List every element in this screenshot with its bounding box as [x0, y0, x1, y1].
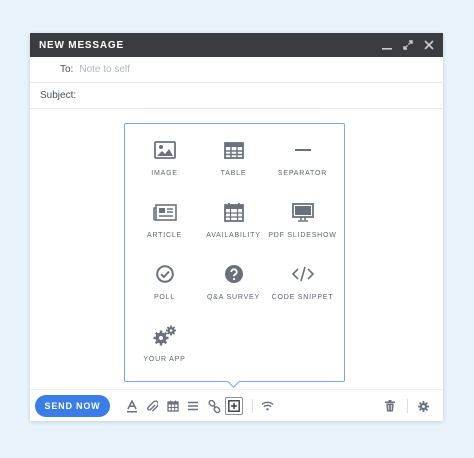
compose-window: NEW MESSAGE To: Subject: [30, 33, 443, 421]
insert-qa-survey-label: Q&A SURVEY [206, 294, 260, 301]
minimize-icon[interactable] [382, 40, 392, 50]
to-input[interactable] [79, 64, 330, 75]
insert-separator-label: SEPARATOR [277, 170, 328, 177]
attachment-icon[interactable] [143, 397, 161, 415]
insert-poll-label: POLL [153, 294, 176, 301]
insert-code-snippet-label: CODE SNIPPET [271, 294, 334, 301]
toolbar-divider [252, 399, 253, 413]
signal-icon[interactable] [258, 397, 276, 415]
text-format-icon[interactable] [123, 397, 141, 415]
check-circle-icon [155, 265, 174, 283]
list-icon[interactable] [184, 397, 202, 415]
insert-availability-label: AVAILABILITY [206, 232, 261, 239]
calendar-toolbar-icon[interactable] [164, 397, 182, 415]
code-icon [291, 266, 314, 282]
monitor-icon [291, 202, 314, 222]
insert-table-label: TABLE [220, 170, 247, 177]
gears-icon [153, 325, 176, 346]
question-circle-icon [224, 265, 243, 283]
insert-availability[interactable]: AVAILABILITY [199, 200, 268, 262]
expand-icon[interactable] [403, 40, 413, 50]
insert-poll[interactable]: POLL [130, 262, 199, 324]
insert-your-app[interactable]: YOUR APP [130, 324, 199, 386]
insert-your-app-label: YOUR APP [143, 356, 186, 363]
separator-icon [294, 149, 311, 151]
table-icon [223, 141, 244, 159]
insert-image-label: IMAGE [151, 170, 178, 177]
subject-label: Subject: [40, 90, 77, 101]
insert-pdf-slideshow-label: PDF SLIDESHOW [268, 232, 337, 239]
plus-box-icon [228, 400, 240, 412]
insert-grid: IMAGE TABLE SEPARATOR ARTICLE AVAILABILI… [130, 138, 337, 386]
to-label: To: [60, 64, 74, 75]
insert-qa-survey[interactable]: Q&A SURVEY [199, 262, 268, 324]
close-icon[interactable] [424, 40, 434, 50]
subject-row: Subject: [30, 83, 443, 109]
toolbar-divider-right [407, 399, 408, 413]
insert-article[interactable]: ARTICLE [130, 200, 199, 262]
article-icon [152, 203, 177, 221]
insert-panel: IMAGE TABLE SEPARATOR ARTICLE AVAILABILI… [124, 123, 345, 382]
send-now-button[interactable]: SEND NOW [35, 394, 110, 417]
settings-gear-icon[interactable] [414, 397, 432, 415]
trash-icon[interactable] [381, 397, 399, 415]
insert-separator[interactable]: SEPARATOR [268, 138, 337, 200]
to-row: To: [30, 57, 443, 83]
insert-pdf-slideshow[interactable]: PDF SLIDESHOW [268, 200, 337, 262]
image-icon [153, 141, 176, 159]
insert-table[interactable]: TABLE [199, 138, 268, 200]
subject-input[interactable] [82, 90, 383, 101]
insert-image[interactable]: IMAGE [130, 138, 199, 200]
window-title: NEW MESSAGE [39, 39, 124, 51]
link-icon[interactable] [205, 397, 223, 415]
calendar-icon [223, 203, 244, 222]
window-controls [382, 40, 434, 50]
bottom-toolbar: SEND NOW [30, 389, 443, 421]
title-bar: NEW MESSAGE [30, 33, 443, 57]
insert-content-button[interactable] [225, 397, 243, 415]
insert-code-snippet[interactable]: CODE SNIPPET [268, 262, 337, 324]
insert-article-label: ARTICLE [146, 232, 183, 239]
